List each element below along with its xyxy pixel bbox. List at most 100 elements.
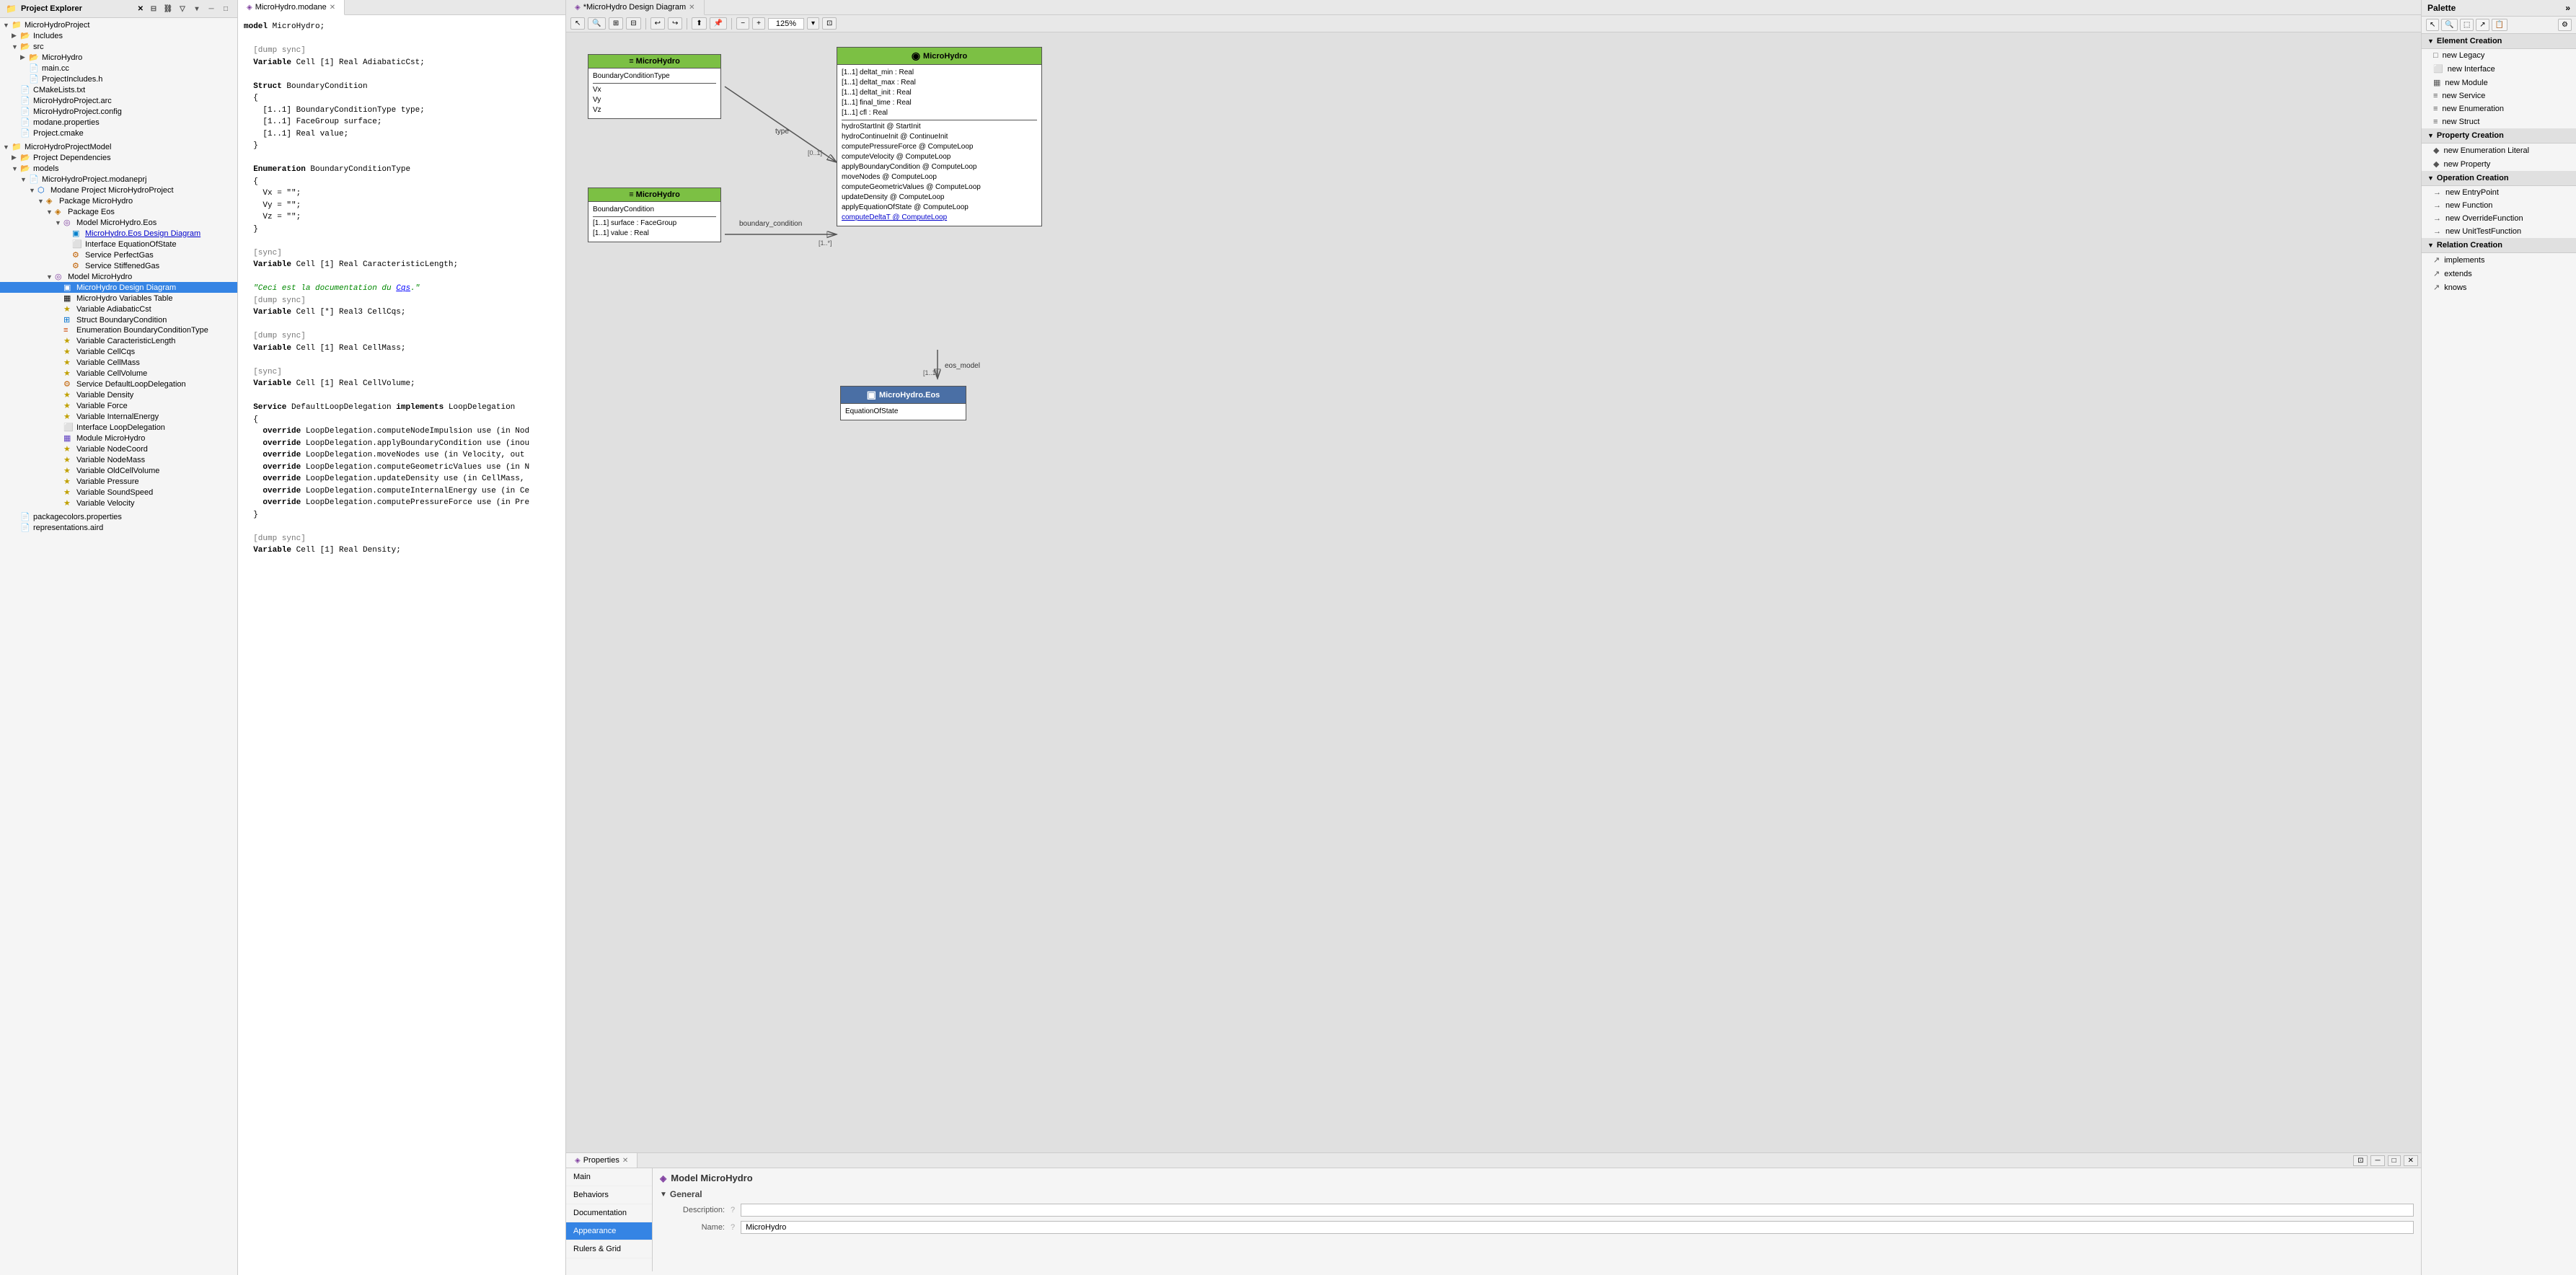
palette-settings-btn[interactable]: ⚙ — [2558, 19, 2572, 31]
tree-item-var-oldcell[interactable]: ★ Variable OldCellVolume — [0, 465, 237, 476]
tree-item-packagecolors[interactable]: 📄 packagecolors.properties — [0, 511, 237, 522]
palette-item-new-struct[interactable]: ≡ new Struct — [2422, 115, 2576, 128]
palette-select-btn[interactable]: ↖ — [2426, 19, 2439, 31]
uml-box-bc[interactable]: ≡ MicroHydro BoundaryCondition [1..1] su… — [588, 188, 721, 242]
pin-btn[interactable]: 📌 — [710, 17, 727, 30]
link-editor-icon[interactable]: ⛓ — [162, 3, 174, 14]
tree-item-var-density[interactable]: ★ Variable Density — [0, 389, 237, 400]
uml-box-eos[interactable]: ▣ MicroHydro.Eos EquationOfState — [840, 386, 966, 420]
prop-maximize-btn[interactable]: □ — [2388, 1155, 2401, 1166]
diagram-tab-main[interactable]: ◈ *MicroHydro Design Diagram ✕ — [566, 0, 705, 15]
prop-close-btn[interactable]: ✕ — [2404, 1155, 2418, 1166]
tree-item-var-cellcqs[interactable]: ★ Variable CellCqs — [0, 346, 237, 357]
prop-description-help-icon[interactable]: ? — [731, 1206, 735, 1214]
palette-section-property-creation[interactable]: ▼ Property Creation — [2422, 128, 2576, 144]
redo-btn[interactable]: ↪ — [668, 17, 682, 30]
palette-zoom-btn[interactable]: 🔍 — [2441, 19, 2457, 31]
prop-minimize-btn[interactable]: ─ — [2370, 1155, 2384, 1166]
tab-close-icon[interactable]: ✕ — [689, 4, 694, 12]
palette-item-new-enumeration[interactable]: ≡ new Enumeration — [2422, 102, 2576, 115]
close-icon[interactable]: ✕ — [138, 5, 144, 13]
tree-item-microhydro-src[interactable]: ▶ 📂 MicroHydro — [0, 52, 237, 63]
tree-item-package-microhydro[interactable]: ▼ ◈ Package MicroHydro — [0, 195, 237, 206]
arrange-btn[interactable]: ⊞ — [609, 17, 623, 30]
prop-menu-behaviors[interactable]: Behaviors — [566, 1186, 652, 1204]
tree-item-var-velocity[interactable]: ★ Variable Velocity — [0, 498, 237, 508]
editor-tab-modane[interactable]: ◈ MicroHydro.modane ✕ — [238, 0, 345, 15]
prop-description-input[interactable] — [741, 1204, 2414, 1217]
palette-expand-icon[interactable]: » — [2565, 3, 2570, 13]
tree-item-var-adiabatic[interactable]: ★ Variable AdiabaticCst — [0, 304, 237, 314]
uml-box-main[interactable]: ◉ MicroHydro [1..1] deltat_min : Real [1… — [837, 47, 1042, 226]
palette-item-new-function[interactable]: → new Function — [2422, 199, 2576, 212]
tree-item-design-main[interactable]: ▣ MicroHydro Design Diagram — [0, 282, 237, 293]
prop-menu-appearance[interactable]: Appearance — [566, 1222, 652, 1240]
prop-menu-documentation[interactable]: Documentation — [566, 1204, 652, 1222]
tree-item-model-microhydro-eos[interactable]: ▼ ◎ Model MicroHydro.Eos — [0, 217, 237, 228]
palette-item-new-legacy[interactable]: □ new Legacy — [2422, 49, 2576, 62]
tree-item-var-caracteristic[interactable]: ★ Variable CaracteristicLength — [0, 335, 237, 346]
palette-item-knows[interactable]: ↗ knows — [2422, 281, 2576, 294]
zoom-input[interactable]: 125% — [768, 18, 804, 30]
zoom-dropdown-btn[interactable]: ▾ — [807, 17, 819, 30]
palette-item-new-overridefunction[interactable]: → new OverrideFunction — [2422, 212, 2576, 225]
tree-item-representations[interactable]: 📄 representations.aird — [0, 522, 237, 533]
tree-item-cmakelists[interactable]: 📄 CMakeLists.txt — [0, 84, 237, 95]
tree-item-service-default[interactable]: ⚙ Service DefaultLoopDelegation — [0, 379, 237, 389]
tree-item-service-perfect[interactable]: ⚙ Service PerfectGas — [0, 250, 237, 260]
tree-item-model-root[interactable]: ▼ 📁 MicroHydroProjectModel — [0, 141, 237, 152]
tree-item-cmake[interactable]: 📄 Project.cmake — [0, 128, 237, 138]
palette-item-new-module[interactable]: ▦ new Module — [2422, 76, 2576, 89]
filter-icon[interactable]: ▽ — [177, 3, 188, 14]
tree-item-variables-table[interactable]: ▦ MicroHydro Variables Table — [0, 293, 237, 304]
diagram-canvas[interactable]: type [0..1] boundary_condition [1..*] eo… — [566, 32, 2421, 1152]
palette-item-new-entrypoint[interactable]: → new EntryPoint — [2422, 186, 2576, 199]
tab-close-icon[interactable]: ✕ — [330, 4, 335, 12]
prop-name-input[interactable] — [741, 1221, 2414, 1234]
tree-item-var-pressure[interactable]: ★ Variable Pressure — [0, 476, 237, 487]
palette-marqee-btn[interactable]: ⬚ — [2460, 19, 2474, 31]
minimize-icon[interactable]: ─ — [206, 3, 217, 14]
tree-item-var-nodemass[interactable]: ★ Variable NodeMass — [0, 454, 237, 465]
export-btn[interactable]: ⬆ — [692, 17, 706, 30]
palette-item-new-enum-literal[interactable]: ◆ new Enumeration Literal — [2422, 144, 2576, 157]
tree-item-struct-boundary[interactable]: ⊞ Struct BoundaryCondition — [0, 314, 237, 325]
palette-item-new-service[interactable]: ≡ new Service — [2422, 89, 2576, 102]
palette-item-new-property[interactable]: ◆ new Property — [2422, 157, 2576, 171]
tree-item-var-cellvolume[interactable]: ★ Variable CellVolume — [0, 368, 237, 379]
prop-tab-close-icon[interactable]: ✕ — [622, 1157, 628, 1165]
prop-menu-rulers[interactable]: Rulers & Grid — [566, 1240, 652, 1258]
tree-item-package-eos[interactable]: ▼ ◈ Package Eos — [0, 206, 237, 217]
tree-item-enum-boundary[interactable]: ≡ Enumeration BoundaryConditionType — [0, 325, 237, 335]
tree-item-model-microhydro-main[interactable]: ▼ ◎ Model MicroHydro — [0, 271, 237, 282]
tree-item-interface-eos[interactable]: ⬜ Interface EquationOfState — [0, 239, 237, 250]
palette-note-btn[interactable]: 📋 — [2492, 19, 2507, 31]
tree-item-projectincludes[interactable]: 📄 ProjectIncludes.h — [0, 74, 237, 84]
tree-item-microhydro-project[interactable]: ▼ 📁 MicroHydroProject — [0, 19, 237, 30]
prop-menu-main[interactable]: Main — [566, 1168, 652, 1186]
uml-box-bctype[interactable]: ≡ MicroHydro BoundaryConditionType Vx Vy… — [588, 54, 721, 119]
tree-item-interface-loop[interactable]: ⬜ Interface LoopDelegation — [0, 422, 237, 433]
tree-item-includes[interactable]: ▶ 📂 Includes — [0, 30, 237, 41]
tree-item-var-soundspeed[interactable]: ★ Variable SoundSpeed — [0, 487, 237, 498]
fit-btn[interactable]: ⊡ — [822, 17, 837, 30]
tree-item-module[interactable]: ▦ Module MicroHydro — [0, 433, 237, 444]
tree-item-modane-project[interactable]: ▼ ⬡ Modane Project MicroHydroProject — [0, 185, 237, 195]
layout-btn[interactable]: ⊟ — [626, 17, 640, 30]
prop-name-help-icon[interactable]: ? — [731, 1223, 735, 1232]
palette-item-implements[interactable]: ↗ implements — [2422, 253, 2576, 267]
tree-item-var-cellmass[interactable]: ★ Variable CellMass — [0, 357, 237, 368]
tree-item-arc[interactable]: 📄 MicroHydroProject.arc — [0, 95, 237, 106]
palette-section-element-creation[interactable]: ▼ Element Creation — [2422, 34, 2576, 49]
tree-item-design-eos[interactable]: ▣ MicroHydro.Eos Design Diagram — [0, 228, 237, 239]
tree-item-modaneprj[interactable]: ▼ 📄 MicroHydroProject.modaneprj — [0, 174, 237, 185]
tree-item-var-internalenergy[interactable]: ★ Variable InternalEnergy — [0, 411, 237, 422]
palette-item-extends[interactable]: ↗ extends — [2422, 267, 2576, 281]
zoom-out-btn[interactable]: − — [736, 17, 749, 30]
tree-item-modane-props[interactable]: 📄 modane.properties — [0, 117, 237, 128]
tree-item-var-force[interactable]: ★ Variable Force — [0, 400, 237, 411]
collapse-all-icon[interactable]: ⊟ — [148, 3, 159, 14]
palette-item-new-interface[interactable]: ⬜ new Interface — [2422, 62, 2576, 76]
prop-new-window-btn[interactable]: ⊡ — [2353, 1155, 2368, 1166]
palette-section-relation-creation[interactable]: ▼ Relation Creation — [2422, 238, 2576, 253]
